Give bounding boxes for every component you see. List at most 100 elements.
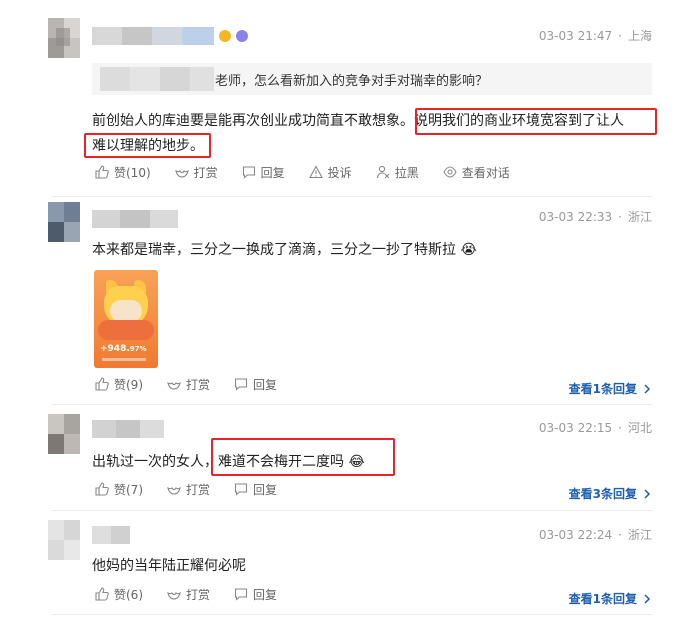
username[interactable]	[92, 526, 130, 544]
reply-button[interactable]: 回复	[234, 586, 277, 603]
comment-meta: 03-03 22:24 · 浙江	[538, 528, 652, 542]
quoted-question[interactable]: 老师，怎么看新加入的竞争对手对瑞幸的影响？	[92, 63, 652, 95]
reward-button[interactable]: 打赏	[167, 481, 210, 498]
reward-button[interactable]: 打赏	[167, 376, 210, 393]
view-replies-link[interactable]: 查看1条回复	[569, 590, 652, 607]
speech-bubble-icon	[242, 166, 255, 179]
view-conversation-label: 查看对话	[461, 165, 510, 180]
reward-button[interactable]: 打赏	[174, 164, 218, 181]
view-replies-label: 查看1条回复	[568, 592, 637, 606]
block-icon	[376, 165, 390, 179]
report-button[interactable]: 投诉	[308, 164, 352, 181]
like-count: 赞(6)	[114, 587, 143, 602]
timestamp: 03-03 22:15	[538, 421, 613, 435]
reply-label: 回复	[253, 377, 278, 392]
highlight-box	[84, 133, 211, 158]
like-button[interactable]: 赞(9)	[95, 376, 143, 393]
comment-meta: 03-03 21:47 · 上海	[538, 29, 652, 43]
reward-label: 打赏	[186, 377, 211, 392]
ingot-icon	[167, 591, 181, 600]
thumbs-up-icon	[95, 377, 109, 391]
divider	[52, 196, 652, 197]
location: 浙江	[627, 210, 652, 224]
ingot-icon	[167, 381, 181, 390]
thumbs-up-icon	[95, 587, 109, 601]
comment-actions: 赞(6) 打赏 回复	[95, 584, 301, 604]
like-count: 赞(10)	[114, 165, 151, 180]
comment-text: 本来都是瑞幸，三分之一换成了滴滴，三分之一抄了特斯拉 😭	[92, 237, 477, 263]
view-replies-link[interactable]: 查看1条回复	[569, 380, 652, 397]
comment-meta: 03-03 22:33 · 浙江	[538, 210, 652, 224]
image-number-main: +948.	[100, 344, 130, 354]
username[interactable]	[92, 27, 214, 45]
reply-button[interactable]: 回复	[242, 164, 285, 181]
like-count: 赞(9)	[114, 377, 143, 392]
username[interactable]	[92, 420, 164, 438]
image-decoration	[98, 320, 154, 340]
comment-actions: 赞(10) 打赏 回复 投诉 拉黑 查看对话	[95, 162, 534, 182]
reply-button[interactable]: 回复	[234, 376, 277, 393]
reply-label: 回复	[260, 165, 285, 180]
reward-button[interactable]: 打赏	[167, 586, 210, 603]
like-count: 赞(7)	[114, 482, 143, 497]
view-replies-label: 查看3条回复	[568, 487, 637, 501]
location: 河北	[627, 421, 652, 435]
avatar[interactable]	[48, 202, 80, 242]
timestamp: 03-03 22:24	[538, 528, 613, 542]
timestamp: 03-03 22:33	[538, 210, 613, 224]
reply-button[interactable]: 回复	[234, 481, 277, 498]
block-button[interactable]: 拉黑	[376, 164, 419, 181]
speech-bubble-icon	[234, 483, 248, 496]
comment-meta: 03-03 22:15 · 河北	[538, 421, 652, 435]
comment-text-body: 他妈的当年陆正耀何必呢	[92, 558, 246, 574]
avatar[interactable]	[48, 414, 80, 454]
image-number: +948.97%	[100, 344, 147, 354]
highlight-box	[211, 438, 395, 476]
warning-icon	[308, 165, 323, 179]
thumbs-up-icon	[95, 482, 109, 496]
view-conversation-button[interactable]: 查看对话	[443, 164, 510, 181]
reply-label: 回复	[253, 587, 278, 602]
avatar[interactable]	[48, 520, 80, 560]
divider	[52, 614, 652, 615]
image-number-small: 97%	[129, 345, 147, 353]
avatar[interactable]	[48, 18, 80, 58]
image-decoration	[102, 358, 146, 361]
reward-label: 打赏	[186, 587, 211, 602]
block-label: 拉黑	[394, 165, 419, 180]
chevron-right-icon	[644, 593, 651, 604]
comment-text-plain: 前创始人的库迪要是能再次创业成功简直不敢想象。	[92, 113, 414, 129]
chevron-right-icon	[644, 383, 651, 394]
reply-label: 回复	[253, 482, 278, 497]
ingot-icon	[167, 486, 181, 495]
comment-actions: 赞(9) 打赏 回复	[95, 374, 301, 394]
ingot-icon	[174, 169, 189, 178]
comment-text-body: 本来都是瑞幸，三分之一换成了滴滴，三分之一抄了特斯拉	[92, 242, 456, 258]
eye-icon	[443, 166, 457, 178]
comment-actions: 赞(7) 打赏 回复	[95, 479, 301, 499]
crying-emoji-icon: 😭	[460, 242, 477, 258]
badge-icon	[219, 30, 231, 42]
username[interactable]	[92, 210, 178, 228]
view-replies-link[interactable]: 查看3条回复	[569, 485, 652, 502]
verified-icon	[236, 30, 248, 42]
view-replies-label: 查看1条回复	[568, 382, 637, 396]
highlight-box	[415, 108, 657, 135]
like-button[interactable]: 赞(6)	[95, 586, 143, 603]
divider	[52, 510, 652, 511]
like-button[interactable]: 赞(10)	[95, 164, 151, 181]
reward-label: 打赏	[193, 165, 218, 180]
thumbs-up-icon	[95, 165, 109, 179]
quote-text: 老师，怎么看新加入的竞争对手对瑞幸的影响？	[215, 74, 489, 89]
report-label: 投诉	[327, 165, 352, 180]
location: 浙江	[627, 528, 652, 542]
comment-text-plain: 出轨过一次的女人，	[92, 454, 218, 470]
speech-bubble-icon	[234, 588, 248, 601]
like-button[interactable]: 赞(7)	[95, 481, 143, 498]
timestamp: 03-03 21:47	[538, 29, 613, 43]
comment-text: 他妈的当年陆正耀何必呢	[92, 553, 246, 579]
reward-label: 打赏	[186, 482, 211, 497]
location: 上海	[627, 29, 652, 43]
speech-bubble-icon	[234, 378, 248, 391]
comment-image[interactable]: +948.97%	[94, 270, 158, 368]
